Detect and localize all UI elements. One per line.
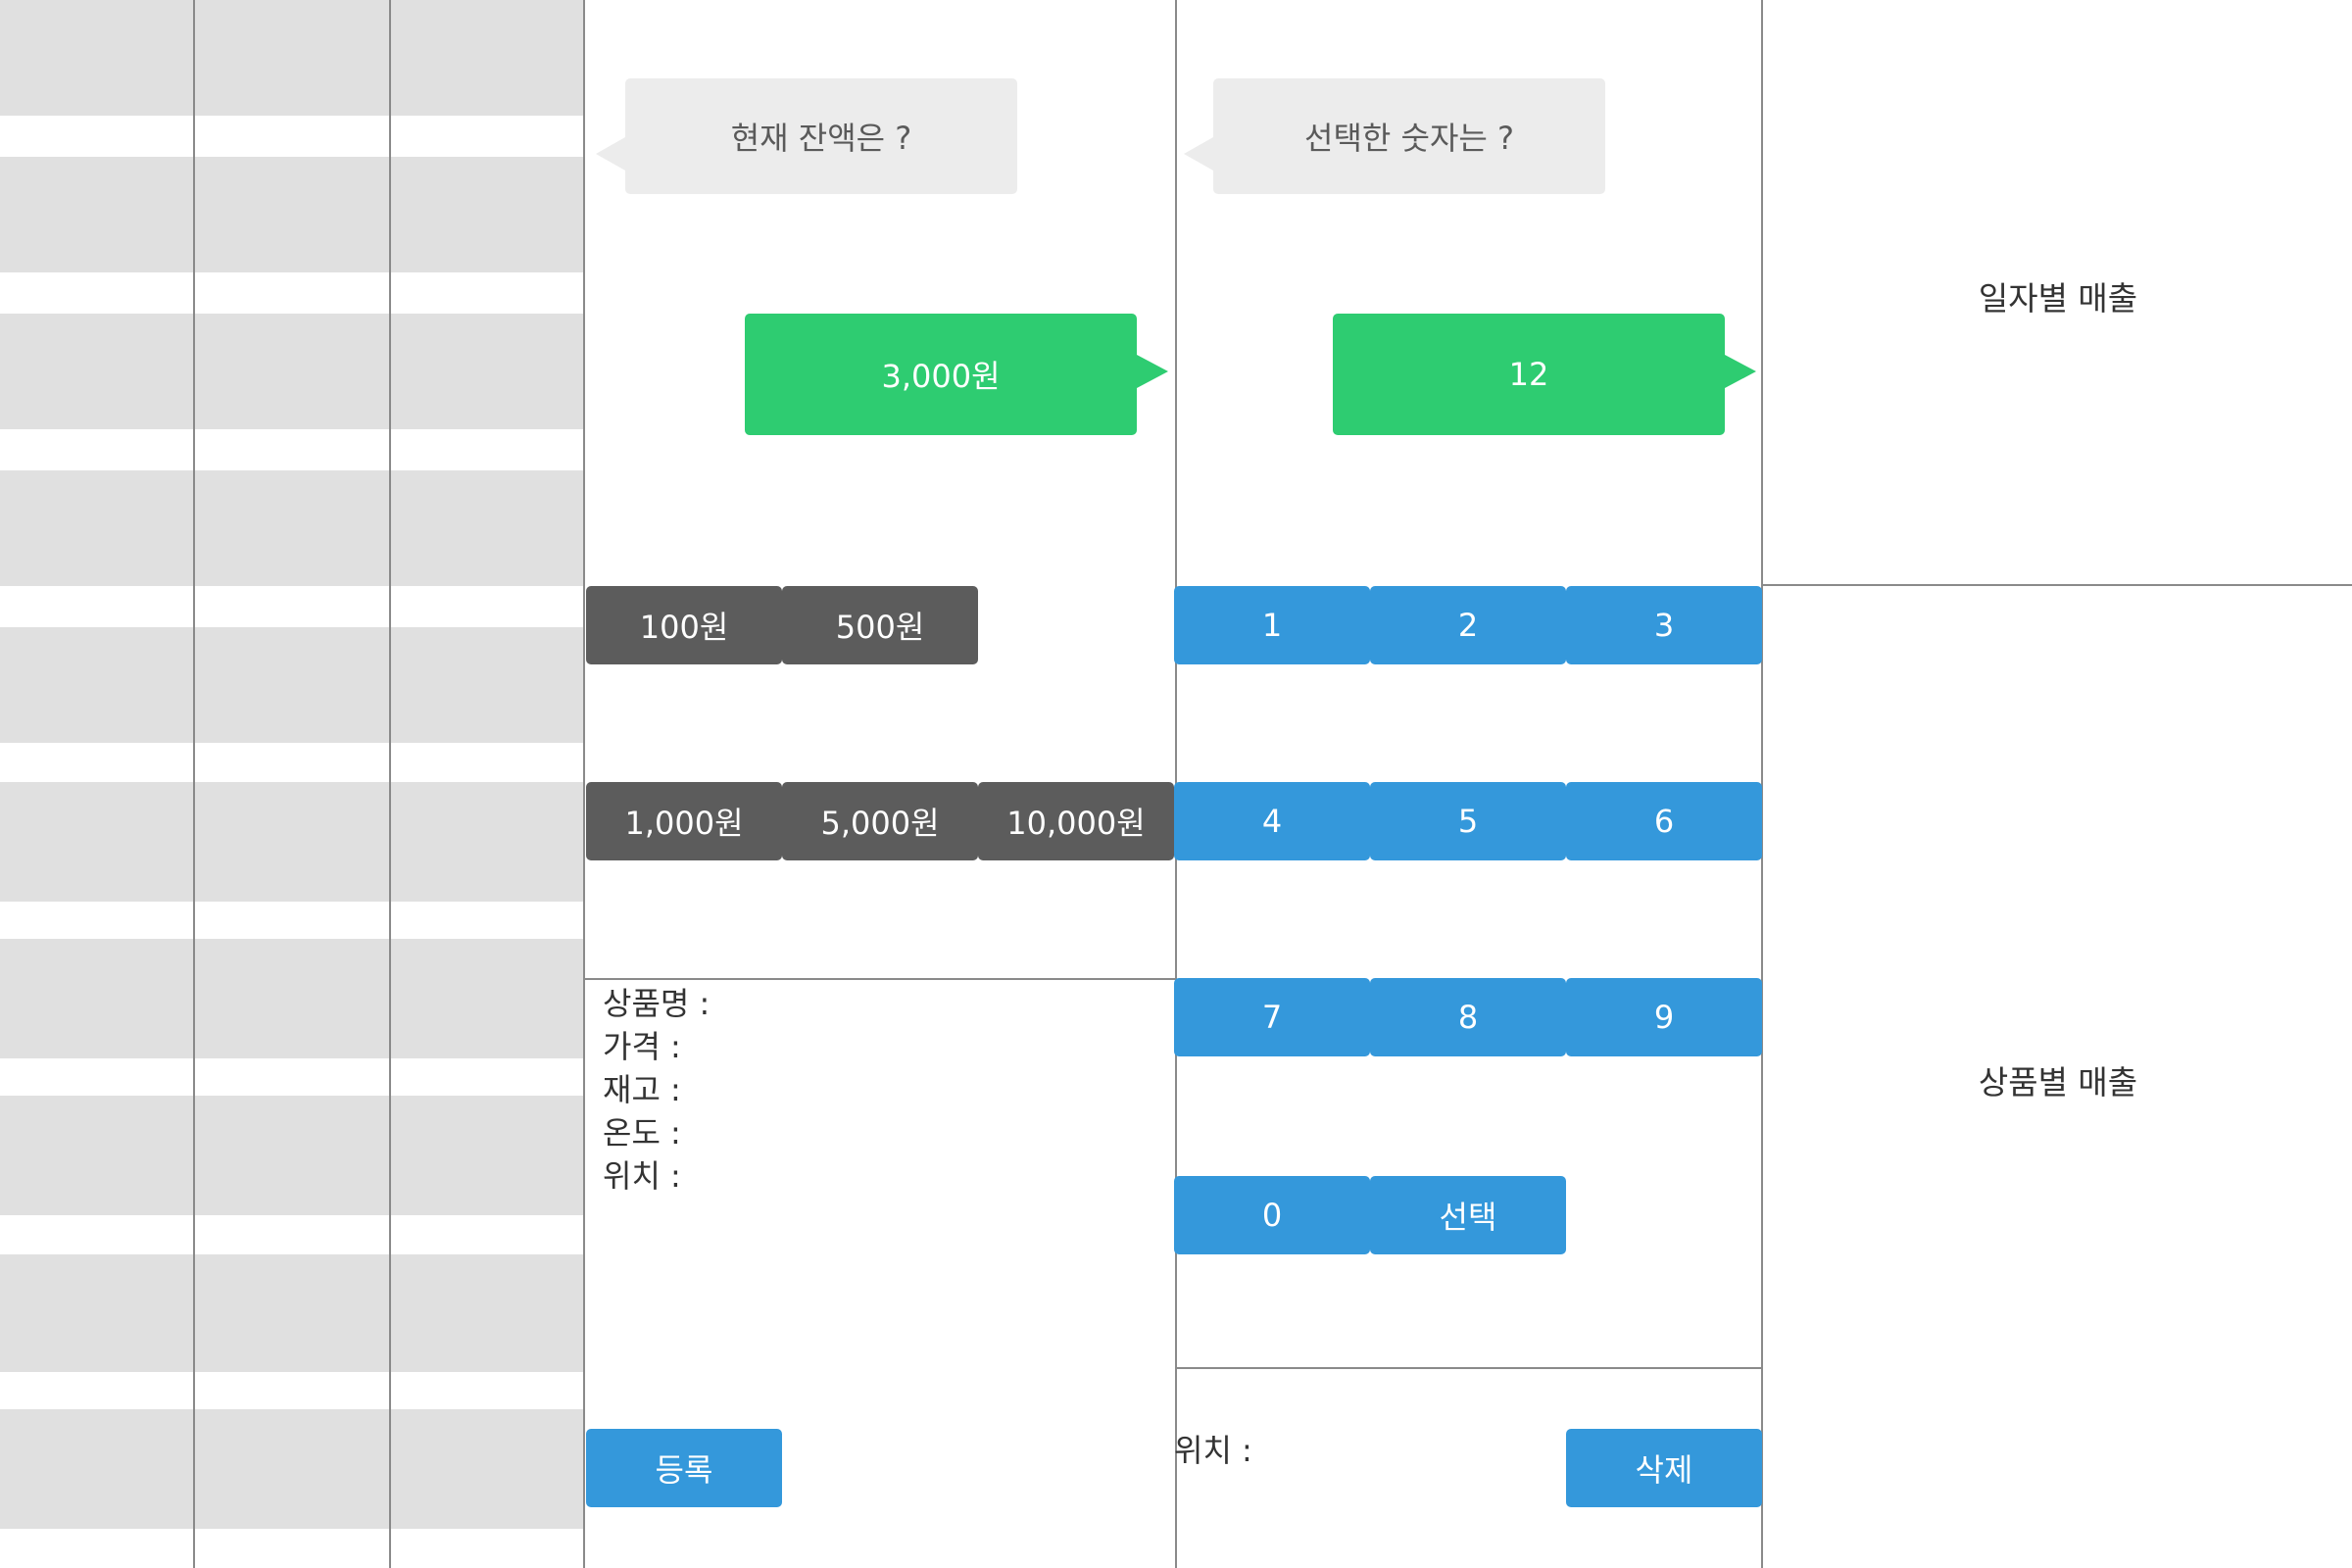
keypad-9-button[interactable]: 9 [1566, 978, 1762, 1056]
select-label: 선택 [1439, 1199, 1497, 1236]
keypad-key-label: 8 [1457, 999, 1479, 1036]
keypad-6-button[interactable]: 6 [1566, 782, 1762, 860]
register-button[interactable]: 등록 [586, 1429, 782, 1507]
insert-5000-button[interactable]: 5,000원 [782, 782, 978, 860]
section-divider [1175, 1367, 1761, 1369]
number-question-text: 선택한 숫자는 ? [1304, 120, 1514, 157]
product-temperature-label: 온도 : [603, 1114, 681, 1152]
slot-row[interactable] [0, 782, 583, 902]
keypad-key-label: 5 [1457, 803, 1479, 840]
keypad-5-button[interactable]: 5 [1370, 782, 1566, 860]
daily-sales-title[interactable]: 일자별 매출 [1764, 272, 2352, 319]
insert-1000-label: 1,000원 [624, 805, 744, 842]
section-divider [583, 978, 1175, 980]
keypad-key-label: 9 [1653, 999, 1675, 1036]
slot-row[interactable] [0, 1254, 583, 1372]
keypad-key-label: 6 [1653, 803, 1675, 840]
product-location-label: 위치 : [603, 1157, 681, 1195]
keypad-key-label: 4 [1261, 803, 1283, 840]
insert-500-button[interactable]: 500원 [782, 586, 978, 664]
insert-1000-button[interactable]: 1,000원 [586, 782, 782, 860]
keypad-key-label: 0 [1261, 1197, 1283, 1234]
number-question-bubble: 선택한 숫자는 ? [1184, 78, 1605, 194]
keypad-key-label: 3 [1653, 607, 1675, 644]
product-sales-title[interactable]: 상품별 매출 [1764, 1056, 2352, 1103]
balance-question-bubble: 현재 잔액은 ? [596, 78, 1017, 194]
keypad-key-label: 1 [1261, 607, 1283, 644]
slot-row[interactable] [0, 1096, 583, 1215]
slot-row[interactable] [0, 0, 583, 116]
slot-row[interactable] [0, 939, 583, 1058]
slot-row[interactable] [0, 1409, 583, 1529]
grid-divider [193, 0, 195, 1568]
slot-row[interactable] [0, 470, 583, 586]
balance-question-text: 현재 잔액은 ? [730, 120, 912, 157]
product-price-label: 가격 : [603, 1028, 681, 1065]
insert-10000-label: 10,000원 [1006, 805, 1146, 842]
insert-100-button[interactable]: 100원 [586, 586, 782, 664]
keypad-0-button[interactable]: 0 [1174, 1176, 1370, 1254]
selected-number-bubble: 12 [1333, 314, 1756, 435]
select-button[interactable]: 선택 [1370, 1176, 1566, 1254]
keypad-2-button[interactable]: 2 [1370, 586, 1566, 664]
keypad-4-button[interactable]: 4 [1174, 782, 1370, 860]
insert-5000-label: 5,000원 [820, 805, 940, 842]
delete-location-label: 위치 : [1174, 1432, 1252, 1469]
product-stock-label: 재고 : [603, 1071, 681, 1108]
keypad-7-button[interactable]: 7 [1174, 978, 1370, 1056]
keypad-8-button[interactable]: 8 [1370, 978, 1566, 1056]
keypad-key-label: 7 [1261, 999, 1283, 1036]
panel-divider [583, 0, 585, 1568]
balance-amount-bubble: 3,000원 [745, 314, 1168, 435]
slot-row[interactable] [0, 314, 583, 429]
delete-button[interactable]: 삭제 [1566, 1429, 1762, 1507]
keypad-key-label: 2 [1457, 607, 1479, 644]
product-name-label: 상품명 : [603, 985, 710, 1022]
register-label: 등록 [655, 1451, 713, 1489]
slot-row[interactable] [0, 627, 583, 743]
insert-500-label: 500원 [835, 609, 925, 646]
delete-label: 삭제 [1635, 1451, 1693, 1489]
selected-number-text: 12 [1508, 356, 1549, 393]
slot-row[interactable] [0, 157, 583, 272]
keypad-3-button[interactable]: 3 [1566, 586, 1762, 664]
insert-100-label: 100원 [639, 609, 729, 646]
grid-divider [389, 0, 391, 1568]
balance-amount-text: 3,000원 [881, 358, 1001, 395]
keypad-1-button[interactable]: 1 [1174, 586, 1370, 664]
section-divider [1761, 584, 2352, 586]
insert-10000-button[interactable]: 10,000원 [978, 782, 1174, 860]
vending-machine-admin: 현재 잔액은 ? 3,000원 100원 500원 1,000원 5,000원 … [0, 0, 2352, 1568]
